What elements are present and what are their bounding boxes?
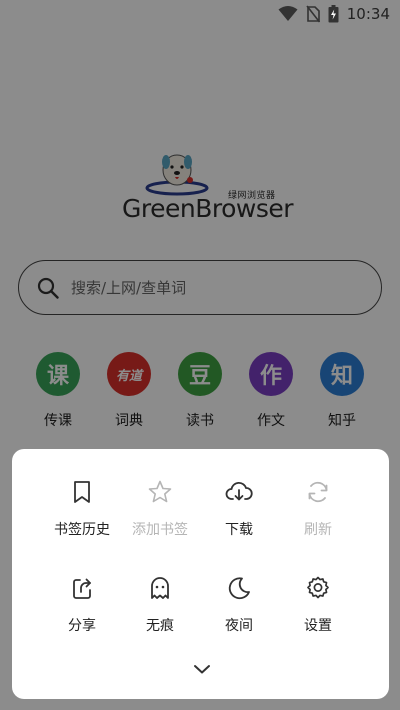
menu-item-label: 设置 <box>304 618 332 634</box>
menu-item-label: 无痕 <box>146 618 174 634</box>
menu-item-label: 书签历史 <box>54 522 110 538</box>
status-bar: 10:34 <box>0 0 400 28</box>
no-sim-icon <box>306 5 320 23</box>
status-time: 10:34 <box>346 5 390 23</box>
star-icon <box>148 480 172 503</box>
menu-item-label: 下载 <box>225 522 253 538</box>
battery-charging-icon <box>328 5 339 23</box>
share-icon <box>73 578 91 599</box>
menu-item-label: 分享 <box>68 618 96 634</box>
chevron-down-icon <box>194 665 210 674</box>
moon-icon <box>228 577 250 600</box>
menu-item-settings[interactable]: 设置 <box>271 575 365 635</box>
refresh-icon <box>308 481 328 503</box>
menu-item-label: 夜间 <box>225 618 253 634</box>
cloud-download-icon <box>225 481 253 501</box>
menu-item-label: 刷新 <box>304 522 332 538</box>
bottom-menu-sheet: 书签历史 添加书签 下载 刷新 分享 无痕 夜间 设置 <box>12 449 389 699</box>
gear-icon <box>307 576 329 599</box>
menu-item-refresh[interactable]: 刷新 <box>271 479 365 539</box>
bookmark-icon <box>74 481 90 503</box>
menu-item-label: 添加书签 <box>132 522 188 538</box>
collapse-menu-button[interactable] <box>190 663 214 679</box>
ghost-icon <box>151 577 169 599</box>
wifi-icon <box>278 6 298 21</box>
browser-home-screen: 10:34 绿网浏览器 GreenBrowser 搜索/上网/查单词 课 传课 <box>0 0 400 710</box>
